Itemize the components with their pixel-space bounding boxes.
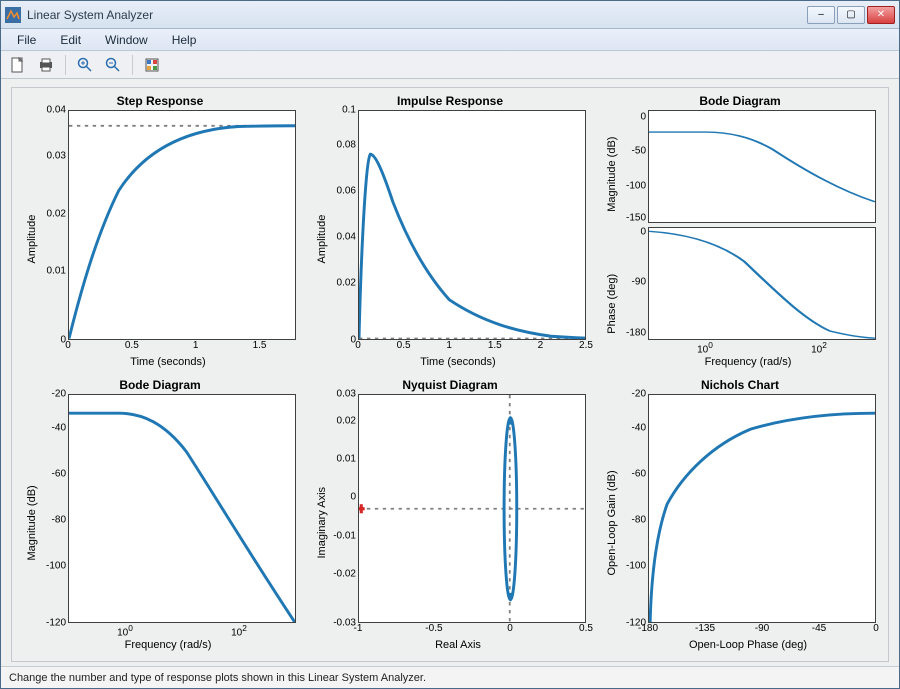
yticks: -120 -100 -80 -60 -40 -20 <box>620 394 648 624</box>
xticks: 100 102 <box>68 623 296 637</box>
yticks: -0.03 -0.02 -0.01 0 0.01 0.02 0.03 <box>330 394 358 624</box>
new-doc-icon[interactable] <box>7 54 29 76</box>
window-title: Linear System Analyzer <box>27 8 807 22</box>
chart-bode-mag[interactable]: Bode Diagram Magnitude (dB) -120 -100 -8… <box>24 378 296 652</box>
axes[interactable] <box>68 394 296 624</box>
yticks: 0 0.02 0.04 0.06 0.08 0.1 <box>330 110 358 340</box>
zoom-out-icon[interactable] <box>102 54 124 76</box>
minimize-button[interactable]: – <box>807 6 835 24</box>
axes-mag[interactable] <box>648 110 876 223</box>
ylabel: Amplitude <box>24 110 40 368</box>
plot-panel: Step Response Amplitude 0 0.01 0.02 0.03… <box>11 87 889 662</box>
ylabel: Imaginary Axis <box>314 394 330 652</box>
status-text: Change the number and type of response p… <box>9 672 426 684</box>
ylabel: Amplitude <box>314 110 330 368</box>
xticks: -1 -0.5 0 0.5 <box>358 623 586 637</box>
chart-title: Step Response <box>117 94 204 108</box>
menu-file[interactable]: File <box>7 31 46 49</box>
xticks: -180 -135 -90 -45 0 <box>648 623 876 637</box>
app-icon <box>5 7 21 23</box>
toolbar-separator <box>132 55 133 75</box>
chart-step[interactable]: Step Response Amplitude 0 0.01 0.02 0.03… <box>24 94 296 368</box>
menu-window[interactable]: Window <box>95 31 158 49</box>
xticks: 0 0.5 1 1.5 <box>68 340 296 354</box>
xlabel: Open-Loop Phase (deg) <box>620 639 876 651</box>
status-bar: Change the number and type of response p… <box>1 666 899 688</box>
ylabel: Open-Loop Gain (dB) <box>604 394 620 652</box>
chart-bode-stacked[interactable]: Bode Diagram Magnitude (dB) Phase (deg) … <box>604 94 876 368</box>
chart-title: Nichols Chart <box>701 378 779 392</box>
zoom-in-icon[interactable] <box>74 54 96 76</box>
close-button[interactable]: ✕ <box>867 6 895 24</box>
xlabel: Real Axis <box>330 639 586 651</box>
menu-help[interactable]: Help <box>162 31 207 49</box>
xlabel: Time (seconds) <box>40 356 296 368</box>
yticks: 0 -50 -100 -150 0 -90 -180 <box>620 110 648 340</box>
xlabel: Frequency (rad/s) <box>620 356 876 368</box>
xlabel: Frequency (rad/s) <box>40 639 296 651</box>
chart-nyquist[interactable]: Nyquist Diagram Imaginary Axis -0.03 -0.… <box>314 378 586 652</box>
axes[interactable] <box>358 394 586 624</box>
menu-edit[interactable]: Edit <box>50 31 91 49</box>
ylabel-mag: Magnitude (dB) <box>604 110 620 239</box>
maximize-button[interactable]: ▢ <box>837 6 865 24</box>
toolbar-separator <box>65 55 66 75</box>
toolbar <box>1 51 899 79</box>
axes[interactable] <box>648 394 876 624</box>
axes[interactable] <box>358 110 586 340</box>
menubar: File Edit Window Help <box>1 29 899 51</box>
axes[interactable] <box>68 110 296 340</box>
chart-nichols[interactable]: Nichols Chart Open-Loop Gain (dB) -120 -… <box>604 378 876 652</box>
ylabel: Magnitude (dB) <box>24 394 40 652</box>
yticks: 0 0.01 0.02 0.03 0.04 <box>40 110 68 340</box>
ylabel-phase: Phase (deg) <box>604 239 620 368</box>
titlebar: Linear System Analyzer – ▢ ✕ <box>1 1 899 29</box>
xlabel: Time (seconds) <box>330 356 586 368</box>
chart-title: Bode Diagram <box>699 94 780 108</box>
chart-impulse[interactable]: Impulse Response Amplitude 0 0.02 0.04 0… <box>314 94 586 368</box>
content-area: Step Response Amplitude 0 0.01 0.02 0.03… <box>1 79 899 666</box>
chart-title: Nyquist Diagram <box>402 378 497 392</box>
print-icon[interactable] <box>35 54 57 76</box>
layout-icon[interactable] <box>141 54 163 76</box>
axes-phase[interactable] <box>648 227 876 340</box>
yticks: -120 -100 -80 -60 -40 -20 <box>40 394 68 624</box>
xticks: 0 0.5 1 1.5 2 2.5 <box>358 340 586 354</box>
chart-title: Bode Diagram <box>119 378 200 392</box>
xticks: 100 102 <box>648 340 876 354</box>
chart-title: Impulse Response <box>397 94 503 108</box>
